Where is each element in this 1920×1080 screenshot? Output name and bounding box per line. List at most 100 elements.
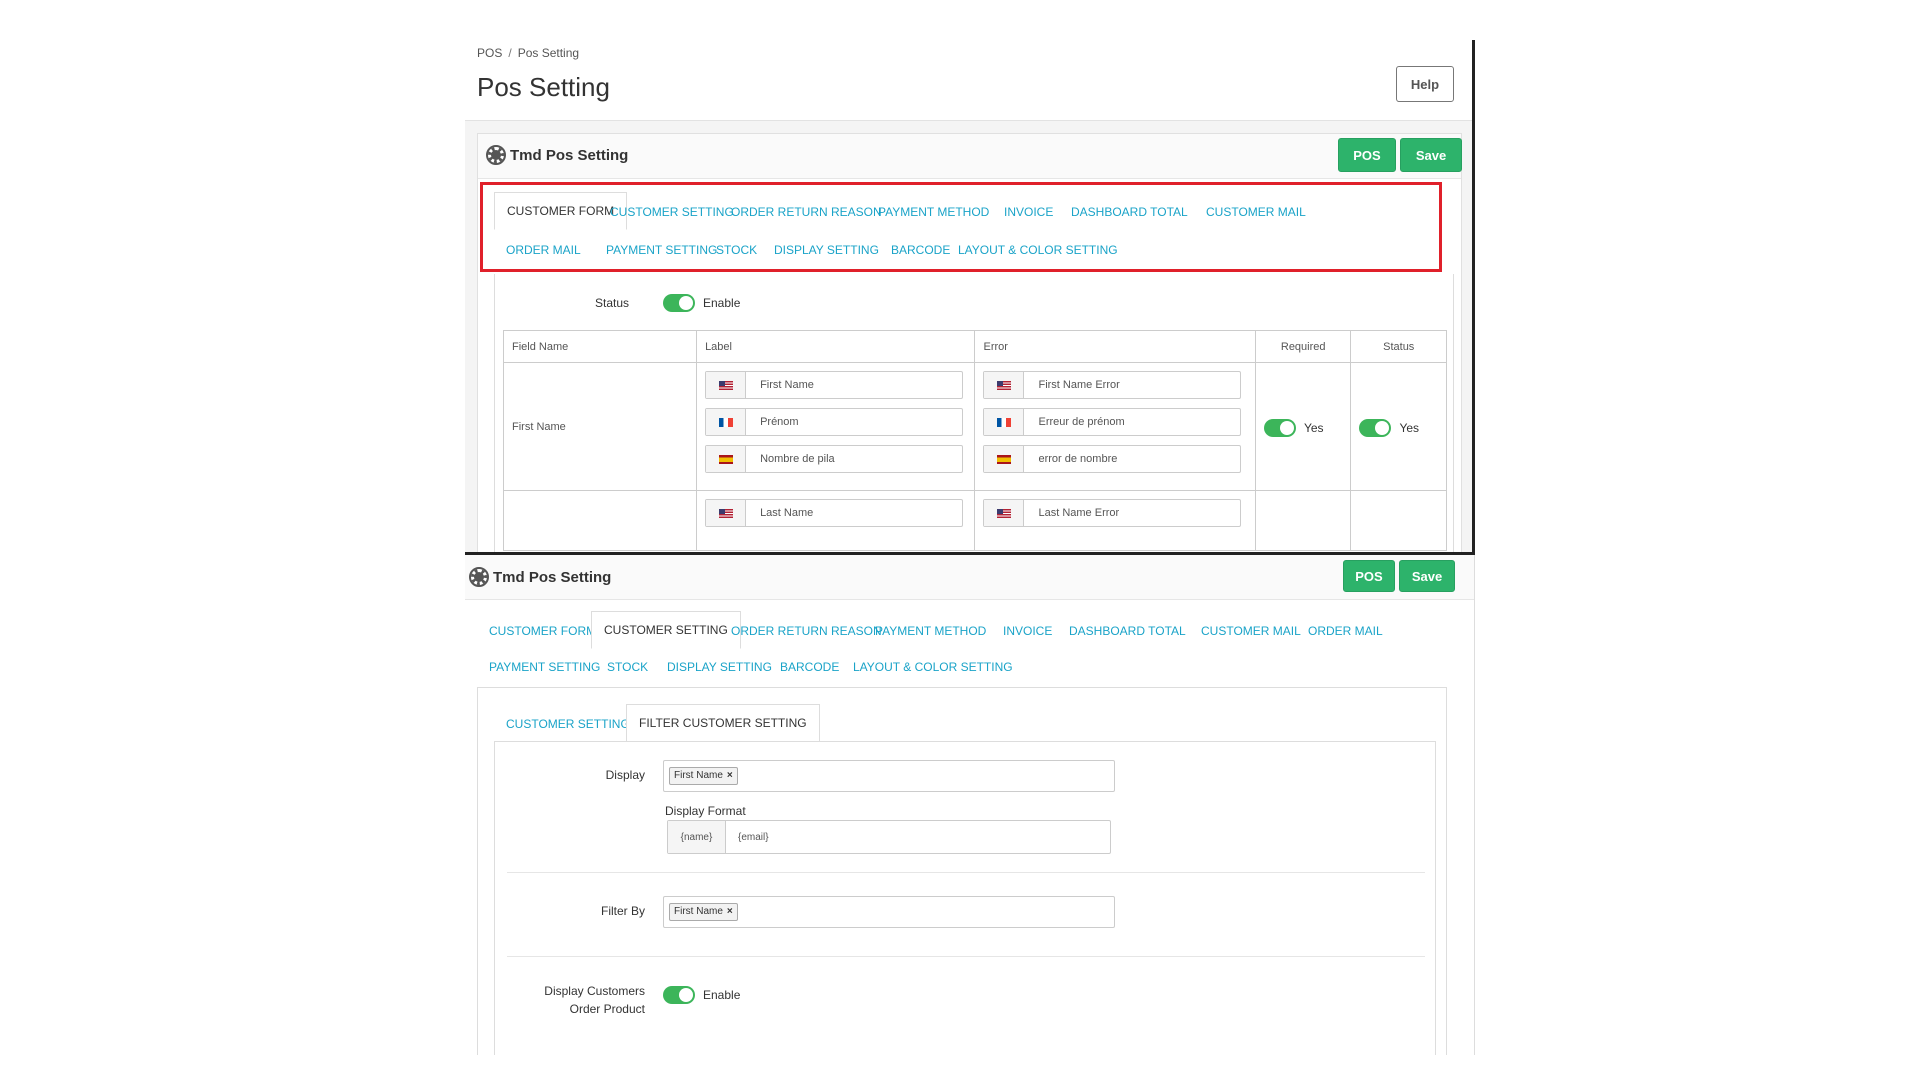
panel-title: Tmd Pos Setting — [510, 147, 629, 164]
fr-flag-icon — [996, 417, 1011, 427]
tab-customer-mail[interactable]: CUSTOMER MAIL — [1201, 624, 1301, 638]
status-toggle[interactable] — [663, 294, 695, 312]
tab-customer-setting[interactable]: CUSTOMER SETTING — [610, 205, 734, 219]
save-button[interactable]: Save — [1400, 138, 1462, 172]
display-chip: First Name × — [669, 767, 738, 785]
tab-payment-setting[interactable]: PAYMENT SETTING — [606, 243, 717, 257]
tab-invoice[interactable]: INVOICE — [1004, 205, 1053, 219]
tab-payment-method[interactable]: PAYMENT METHOD — [875, 624, 986, 638]
required-cell: Yes — [1254, 362, 1352, 491]
tab-customer-form[interactable]: CUSTOMER FORM — [494, 192, 628, 230]
breadcrumb-pos[interactable]: POS — [477, 46, 502, 60]
tab-layout-color-setting[interactable]: LAYOUT & COLOR SETTING — [958, 243, 1118, 257]
tab-content: Status Enable Field Name Label Error Req… — [494, 274, 1454, 552]
panel-heading: Tmd Pos Setting POS Save — [465, 555, 1474, 600]
tab-dashboard-total[interactable]: DASHBOARD TOTAL — [1071, 205, 1188, 219]
header-error: Error — [974, 330, 1256, 363]
status-label: Status — [595, 296, 630, 310]
display-format-label: Display Format — [665, 804, 746, 818]
tab-customer-form[interactable]: CUSTOMER FORM — [489, 624, 596, 638]
tab-barcode[interactable]: BARCODE — [780, 660, 839, 674]
pos-button[interactable]: POS — [1338, 138, 1396, 172]
label-cell: First Name Prénom Nombre de pila — [696, 362, 976, 491]
tab-order-mail[interactable]: ORDER MAIL — [1308, 624, 1383, 638]
table-row: First Name First Name Prénom Nombre de p… — [502, 362, 1447, 491]
status-cell: Yes — [1350, 362, 1447, 491]
tab-layout-color-setting[interactable]: LAYOUT & COLOR SETTING — [853, 660, 1013, 674]
required-value: Yes — [1303, 421, 1324, 435]
filter-by-multiselect[interactable]: First Name × — [663, 896, 1115, 928]
settings-panel: Tmd Pos Setting POS Save CUSTOMER FORM C… — [477, 133, 1462, 552]
subtab-customer-setting[interactable]: CUSTOMER SETTING — [506, 717, 630, 731]
us-flag-icon — [996, 508, 1011, 518]
es-flag-icon — [996, 454, 1011, 464]
remove-chip-icon[interactable]: × — [727, 906, 733, 917]
display-orders-toggle[interactable] — [663, 986, 695, 1004]
divider — [507, 872, 1425, 873]
us-flag-icon — [996, 380, 1011, 390]
display-orders-value: Enable — [703, 988, 741, 1002]
header-status: Status — [1350, 330, 1447, 363]
required-cell — [1254, 490, 1352, 551]
tab-stock[interactable]: STOCK — [716, 243, 757, 257]
error-input-en[interactable]: First Name Error — [983, 371, 1242, 399]
content-band: Tmd Pos Setting POS Save CUSTOMER FORM C… — [465, 120, 1472, 552]
format-value: {email} — [738, 832, 769, 843]
fields-table: Field Name Label Error Required Status F… — [502, 330, 1447, 551]
breadcrumb-pos-setting[interactable]: Pos Setting — [518, 46, 579, 60]
field-status-value: Yes — [1399, 421, 1420, 435]
save-button[interactable]: Save — [1399, 560, 1455, 592]
label-input-es[interactable]: Nombre de pila — [705, 445, 964, 473]
subtab-content: Display First Name × Display Format {name… — [494, 741, 1436, 1055]
display-format-input[interactable]: {name} {email} — [667, 820, 1111, 854]
subtab-filter-customer-setting[interactable]: FILTER CUSTOMER SETTING — [626, 704, 820, 742]
tab-order-return-reason[interactable]: ORDER RETURN REASON — [731, 205, 882, 219]
error-input-fr[interactable]: Erreur de prénom — [983, 408, 1242, 436]
header-field-name: Field Name — [502, 330, 698, 363]
display-multiselect[interactable]: First Name × — [663, 760, 1115, 792]
tab-order-mail[interactable]: ORDER MAIL — [506, 243, 581, 257]
tab-customer-setting[interactable]: CUSTOMER SETTING — [591, 611, 741, 649]
gear-icon — [486, 145, 506, 165]
required-toggle[interactable] — [1263, 419, 1296, 437]
us-flag-icon — [718, 508, 733, 518]
tab-order-return-reason[interactable]: ORDER RETURN REASON — [731, 624, 882, 638]
remove-chip-icon[interactable]: × — [727, 770, 733, 781]
tab-invoice[interactable]: INVOICE — [1003, 624, 1052, 638]
help-button[interactable]: Help — [1396, 66, 1454, 102]
panel-title: Tmd Pos Setting — [493, 569, 612, 586]
table-row: Last Name Last Name Error — [502, 490, 1447, 551]
label-input-en[interactable]: First Name — [705, 371, 964, 399]
label-input-fr[interactable]: Prénom — [705, 408, 964, 436]
display-orders-label-2: Order Product — [569, 1002, 645, 1016]
gear-icon — [469, 567, 489, 587]
filter-by-label: Filter By — [600, 904, 645, 918]
divider — [507, 956, 1425, 957]
status-value: Enable — [703, 296, 741, 310]
tab-barcode[interactable]: BARCODE — [891, 243, 950, 257]
error-cell: Last Name Error — [974, 490, 1256, 551]
error-input-en[interactable]: Last Name Error — [983, 499, 1242, 527]
display-orders-label-1: Display Customers — [544, 984, 645, 998]
breadcrumb: POS / Pos Setting — [477, 46, 579, 60]
label-cell: Last Name — [696, 490, 976, 551]
error-cell: First Name Error Erreur de prénom error … — [974, 362, 1256, 491]
field-name-cell — [502, 490, 698, 551]
us-flag-icon — [718, 380, 733, 390]
format-addon: {name} — [668, 821, 726, 853]
tab-display-setting[interactable]: DISPLAY SETTING — [774, 243, 879, 257]
field-status-toggle[interactable] — [1359, 419, 1392, 437]
pos-button[interactable]: POS — [1343, 560, 1395, 592]
label-input-en[interactable]: Last Name — [705, 499, 964, 527]
tab-dashboard-total[interactable]: DASHBOARD TOTAL — [1069, 624, 1186, 638]
display-label: Display — [605, 768, 645, 782]
tab-display-setting[interactable]: DISPLAY SETTING — [667, 660, 772, 674]
tab-content: CUSTOMER SETTING FILTER CUSTOMER SETTING… — [477, 687, 1447, 1055]
tab-customer-mail[interactable]: CUSTOMER MAIL — [1206, 205, 1306, 219]
field-name-cell: First Name — [502, 362, 698, 491]
status-cell — [1350, 490, 1447, 551]
tab-stock[interactable]: STOCK — [607, 660, 648, 674]
error-input-es[interactable]: error de nombre — [983, 445, 1242, 473]
tab-payment-method[interactable]: PAYMENT METHOD — [878, 205, 989, 219]
tab-payment-setting[interactable]: PAYMENT SETTING — [489, 660, 600, 674]
